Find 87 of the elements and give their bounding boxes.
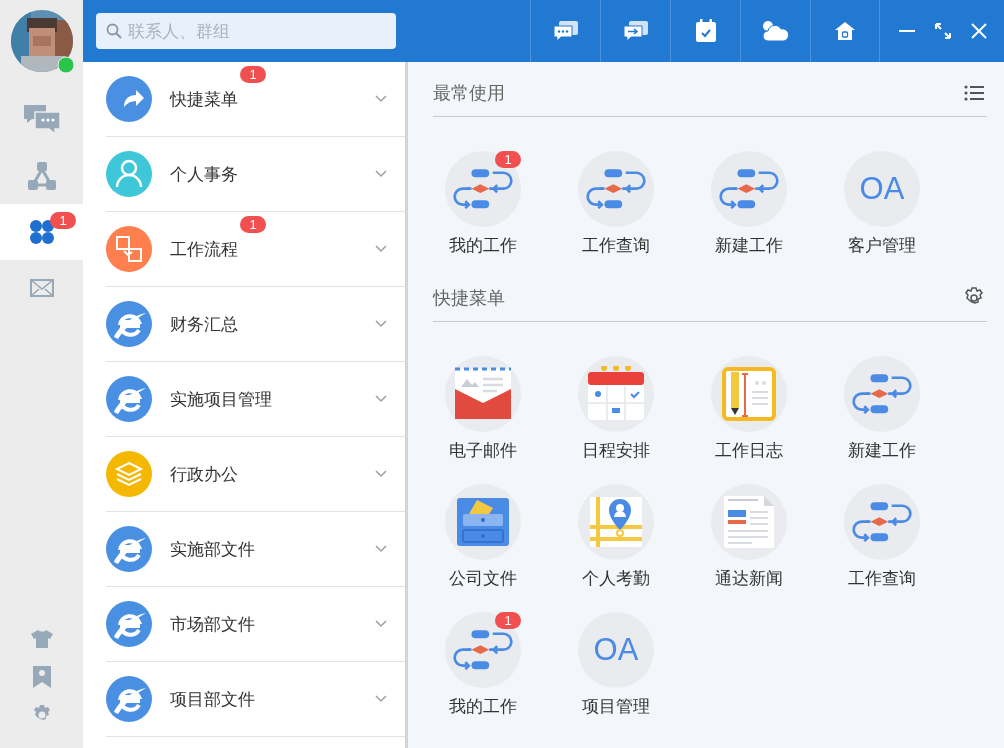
oa-logo: OA (593, 632, 639, 668)
home-icon (834, 21, 856, 41)
person-icon (106, 151, 152, 197)
app-label: 工作查询 (582, 234, 650, 257)
close-icon (970, 22, 988, 40)
chevron-down-icon (375, 545, 387, 553)
share-icon (106, 76, 152, 122)
online-status-icon (56, 56, 75, 74)
app-label: 项目管理 (582, 695, 650, 718)
menu-item[interactable]: 个人事务 (83, 137, 405, 212)
workflow-icon (718, 167, 780, 211)
menu-label: 项目部文件 (170, 687, 255, 711)
menu-label: 工作流程 (170, 237, 238, 261)
notification-badge: 1 (240, 65, 266, 83)
drawer-icon (455, 496, 511, 548)
menu-label: 快捷菜单 (170, 87, 238, 111)
chat-icon (552, 20, 579, 42)
newspaper-icon (722, 494, 776, 550)
notification-badge: 1 (495, 612, 521, 629)
workflow-icon (851, 500, 913, 544)
app-label: 通达新闻 (715, 567, 783, 590)
minimize-icon (899, 30, 915, 32)
chevron-down-icon (375, 620, 387, 628)
app-label: 新建工作 (715, 234, 783, 257)
resize-icon (934, 22, 952, 40)
menu-item[interactable]: 行政办公 (83, 437, 405, 512)
hierarchy-icon (26, 161, 57, 191)
section-title: 快捷菜单 (433, 286, 505, 310)
app-label: 工作日志 (715, 439, 783, 462)
browser-logo-icon (106, 676, 152, 722)
browser-logo-icon (106, 526, 152, 572)
browser-logo-icon (106, 601, 152, 647)
workflow-icon (851, 372, 913, 416)
workflow-icon (452, 628, 514, 672)
chevron-down-icon (375, 95, 387, 103)
browser-logo-icon (106, 301, 152, 347)
browser-logo-icon (106, 376, 152, 422)
app-label: 个人考勤 (582, 567, 650, 590)
app-label: 我的工作 (449, 234, 517, 257)
workflow-icon (452, 167, 514, 211)
chevron-down-icon (375, 470, 387, 478)
oa-logo: OA (859, 171, 905, 207)
menu-item[interactable]: 财务汇总 (83, 287, 405, 362)
menu-label: 市场部文件 (170, 612, 255, 636)
search-field[interactable]: 联系人、群组 (96, 13, 396, 49)
app-label: 公司文件 (449, 567, 517, 590)
shirt-icon (29, 629, 54, 649)
chevron-down-icon (375, 320, 387, 328)
chevron-down-icon (375, 695, 387, 703)
mail-icon (29, 279, 54, 297)
app-label: 新建工作 (848, 439, 916, 462)
search-icon (106, 23, 122, 39)
menu-label: 财务汇总 (170, 312, 238, 336)
app-label: 工作查询 (848, 567, 916, 590)
menu-item[interactable]: 项目部文件 (83, 662, 405, 737)
menu-item[interactable]: 实施项目管理 (83, 362, 405, 437)
app-label: 日程安排 (582, 439, 650, 462)
notification-badge: 1 (240, 215, 266, 233)
apps-icon (28, 219, 55, 245)
menu-label: 实施部文件 (170, 537, 255, 561)
notification-badge: 1 (495, 151, 521, 168)
chevron-down-icon (375, 245, 387, 253)
menu-label: 行政办公 (170, 462, 238, 486)
notebook-icon (721, 366, 777, 422)
map-pin-icon (588, 495, 644, 549)
menu-item[interactable]: 实施部文件 (83, 512, 405, 587)
app-label: 电子邮件 (449, 439, 517, 462)
menu-item[interactable]: 市场部文件 (83, 587, 405, 662)
layers-icon (106, 451, 152, 497)
notification-badge: 1 (50, 212, 76, 229)
menu-item[interactable]: 快捷菜单 1 (83, 62, 405, 137)
flow-icon (106, 226, 152, 272)
forward-chat-icon (622, 20, 649, 42)
cloud-icon (761, 20, 790, 42)
app-label: 我的工作 (449, 695, 517, 718)
bookmark-icon (31, 665, 52, 689)
calendar-icon (694, 19, 717, 43)
workflow-icon (585, 167, 647, 211)
menu-item[interactable]: 工作流程 1 (83, 212, 405, 287)
list-icon (964, 85, 984, 101)
toolbar-button[interactable] (810, 0, 880, 62)
app-label: 客户管理 (848, 234, 916, 257)
menu-label: 个人事务 (170, 162, 238, 186)
chevron-down-icon (375, 170, 387, 178)
menu-label: 实施项目管理 (170, 387, 272, 411)
chevron-down-icon (375, 395, 387, 403)
section-title: 最常使用 (433, 81, 505, 105)
